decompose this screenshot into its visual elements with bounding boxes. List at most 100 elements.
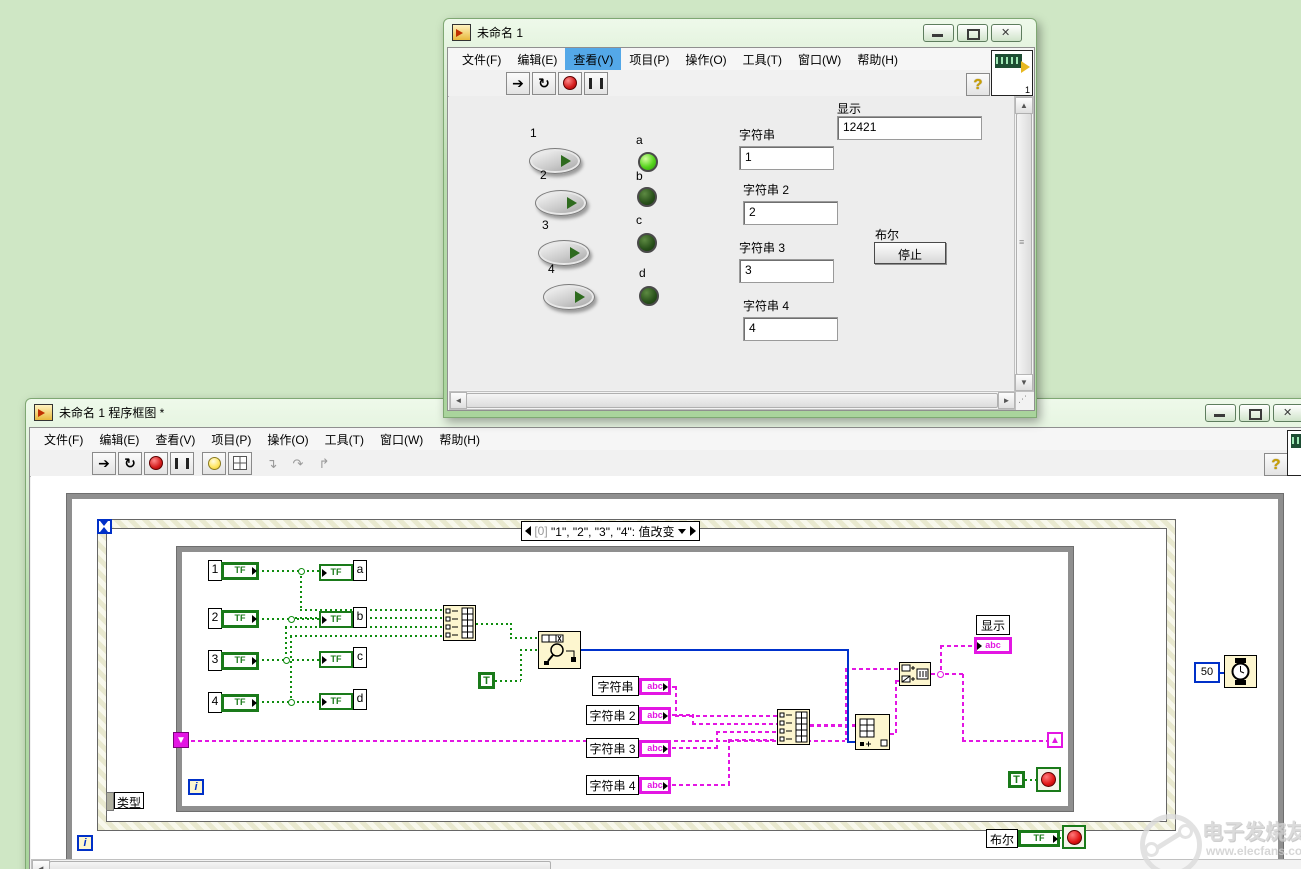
- fp-panel-area[interactable]: 1 2 3 4 a b c d 字符串 1 字符串 2 2 字符串 3 3 字符…: [449, 96, 1014, 390]
- abort-icon[interactable]: [558, 71, 582, 95]
- tf-indicator-terminal[interactable]: TF: [319, 611, 353, 628]
- maximize-button[interactable]: [1239, 404, 1270, 422]
- string-control-terminal[interactable]: abc: [639, 740, 671, 757]
- fp-help-icon[interactable]: ?: [966, 73, 990, 96]
- next-case-icon[interactable]: [690, 526, 697, 536]
- tf-indicator-label[interactable]: c: [353, 647, 367, 668]
- pause-icon[interactable]: [170, 451, 194, 475]
- string-control-label[interactable]: 字符串 4: [586, 775, 639, 795]
- wait-ms-node[interactable]: [1224, 655, 1257, 691]
- maximize-button[interactable]: [957, 24, 988, 42]
- bool-stop-terminal[interactable]: TF: [1018, 830, 1060, 847]
- string-field[interactable]: 1: [739, 146, 834, 170]
- string-field[interactable]: 4: [743, 317, 838, 341]
- fp-titlebar[interactable]: 未命名 1 ✕: [444, 19, 1036, 46]
- stop-button[interactable]: 停止: [874, 242, 946, 264]
- run-continuous-icon[interactable]: ↻: [118, 451, 142, 475]
- resize-grip[interactable]: ⋰: [1018, 394, 1028, 405]
- tf-control-terminal[interactable]: TF: [221, 562, 259, 580]
- build-array-string-node[interactable]: [777, 709, 810, 748]
- shift-register-right[interactable]: ▲: [1047, 732, 1063, 748]
- tf-control-label[interactable]: 1: [208, 560, 222, 581]
- boolean-oval-button[interactable]: [529, 148, 581, 174]
- bd-menu-project[interactable]: 项目(P): [203, 428, 259, 451]
- tf-control-terminal[interactable]: TF: [221, 694, 259, 712]
- tf-control-terminal[interactable]: TF: [221, 610, 259, 628]
- display-indicator-terminal[interactable]: abc: [974, 637, 1012, 654]
- scroll-down-icon[interactable]: ▼: [1015, 374, 1033, 391]
- fp-menu-file[interactable]: 文件(F): [454, 48, 509, 71]
- display-indicator-label[interactable]: 显示: [976, 615, 1010, 635]
- abort-icon[interactable]: [144, 451, 168, 475]
- tf-indicator-label[interactable]: b: [353, 607, 367, 628]
- bd-menu-file[interactable]: 文件(F): [36, 428, 91, 451]
- highlight-execution-icon[interactable]: [202, 451, 226, 475]
- tf-indicator-terminal[interactable]: TF: [319, 693, 353, 710]
- outer-loop-condition-terminal[interactable]: [1062, 825, 1086, 849]
- close-button[interactable]: ✕: [1273, 404, 1301, 422]
- shift-register-left[interactable]: ▼: [173, 732, 189, 748]
- tf-indicator-label[interactable]: d: [353, 689, 367, 710]
- step-into-icon[interactable]: ↴: [260, 452, 284, 475]
- outer-loop-iteration-terminal[interactable]: i: [77, 835, 93, 851]
- string-control-terminal[interactable]: abc: [639, 678, 671, 695]
- boolean-oval-button[interactable]: [543, 284, 595, 310]
- search-1d-array-node[interactable]: [538, 631, 581, 672]
- tf-indicator-terminal[interactable]: TF: [319, 564, 353, 581]
- true-constant[interactable]: T: [478, 672, 495, 689]
- fp-menu-view[interactable]: 查看(V): [565, 47, 622, 71]
- scrollbar-thumb[interactable]: [466, 393, 998, 408]
- string-control-label[interactable]: 字符串: [592, 676, 639, 696]
- run-continuous-icon[interactable]: ↻: [532, 71, 556, 95]
- minimize-button[interactable]: [923, 24, 954, 42]
- index-array-node[interactable]: [855, 714, 890, 753]
- event-data-node[interactable]: 类型: [106, 792, 145, 811]
- fp-menu-operate[interactable]: 操作(O): [677, 48, 734, 71]
- tf-indicator-terminal[interactable]: TF: [319, 651, 353, 668]
- bd-menu-help[interactable]: 帮助(H): [431, 428, 488, 451]
- tf-control-label[interactable]: 4: [208, 692, 222, 713]
- boolean-oval-button[interactable]: [538, 240, 590, 266]
- string-field[interactable]: 2: [743, 201, 838, 225]
- bd-vi-icon[interactable]: 1: [1287, 430, 1301, 476]
- retain-wire-values-icon[interactable]: [228, 451, 252, 475]
- close-button[interactable]: ✕: [991, 24, 1022, 42]
- prev-case-icon[interactable]: [525, 526, 531, 536]
- bd-diagram-area[interactable]: [0] "1", "2", "3", "4": 值改变 1 TF 2 TF 3 …: [31, 476, 1301, 859]
- step-over-icon[interactable]: ↷: [286, 452, 310, 475]
- inner-loop-iteration-terminal[interactable]: i: [188, 779, 204, 795]
- boolean-oval-button[interactable]: [535, 190, 587, 216]
- string-control-terminal[interactable]: abc: [639, 707, 671, 724]
- scroll-left-icon[interactable]: ◄: [32, 860, 50, 869]
- string-control-label[interactable]: 字符串 2: [586, 705, 639, 725]
- fp-menu-edit[interactable]: 编辑(E): [509, 48, 565, 71]
- scrollbar-thumb[interactable]: [49, 861, 551, 869]
- bd-menu-operate[interactable]: 操作(O): [259, 428, 316, 451]
- concatenate-strings-node[interactable]: [899, 662, 931, 689]
- tf-control-terminal[interactable]: TF: [221, 652, 259, 670]
- inner-loop-condition-terminal[interactable]: [1036, 767, 1061, 792]
- fp-menu-window[interactable]: 窗口(W): [790, 48, 849, 71]
- scroll-right-icon[interactable]: ►: [998, 392, 1015, 409]
- bd-horizontal-scrollbar[interactable]: ◄: [31, 859, 1301, 869]
- tf-control-label[interactable]: 2: [208, 608, 222, 629]
- bd-menu-tools[interactable]: 工具(T): [317, 428, 372, 451]
- tf-control-label[interactable]: 3: [208, 650, 222, 671]
- string-control-label[interactable]: 字符串 3: [586, 738, 639, 758]
- event-timeout-icon[interactable]: [97, 519, 112, 534]
- step-out-icon[interactable]: ↱: [312, 452, 336, 475]
- event-case-selector[interactable]: [0] "1", "2", "3", "4": 值改变: [521, 521, 701, 541]
- bool-stop-label[interactable]: 布尔: [986, 829, 1018, 848]
- bd-help-icon[interactable]: ?: [1264, 453, 1288, 476]
- string-control-terminal[interactable]: abc: [639, 777, 671, 794]
- build-array-bool-node[interactable]: [443, 605, 476, 644]
- fp-vi-icon[interactable]: 1: [991, 50, 1033, 96]
- bd-menu-view[interactable]: 查看(V): [147, 428, 203, 451]
- case-dropdown-icon[interactable]: [678, 528, 687, 534]
- run-icon[interactable]: ➔: [506, 71, 530, 95]
- minimize-button[interactable]: [1205, 404, 1236, 422]
- fp-horizontal-scrollbar[interactable]: ◄ ►: [449, 391, 1016, 410]
- run-icon[interactable]: ➔: [92, 451, 116, 475]
- bd-menu-window[interactable]: 窗口(W): [372, 428, 431, 451]
- pause-icon[interactable]: [584, 71, 608, 95]
